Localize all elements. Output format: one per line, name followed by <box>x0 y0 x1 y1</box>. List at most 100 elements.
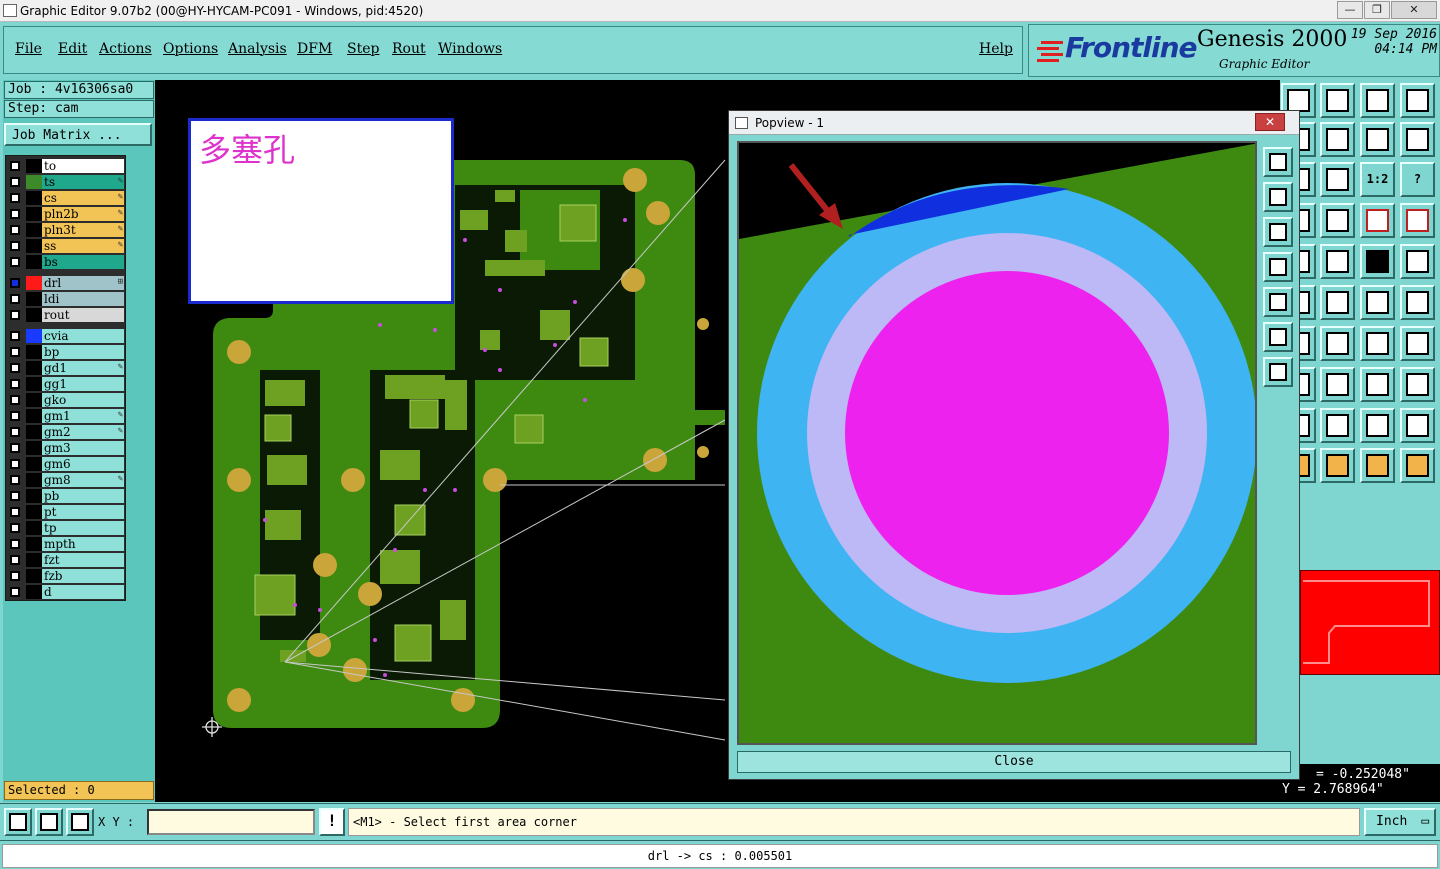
layer-color-swatch[interactable] <box>26 239 42 253</box>
xy-input[interactable] <box>147 809 315 835</box>
layer-row-gg1[interactable]: gg1 <box>6 376 127 392</box>
menu-step[interactable]: Step <box>347 41 379 57</box>
layer-name[interactable]: pln2b <box>42 207 124 221</box>
popview-tool-button[interactable] <box>1263 182 1293 212</box>
tool-button[interactable] <box>1320 408 1355 443</box>
layer-row-gm3[interactable]: gm3 <box>6 440 127 456</box>
layer-name[interactable]: to <box>42 159 124 173</box>
menu-windows[interactable]: Windows <box>438 41 502 57</box>
zoom-area-button[interactable] <box>4 808 32 836</box>
layer-row-ss[interactable]: ss ✎ <box>6 238 127 254</box>
units-selector[interactable]: Inch ▭ <box>1364 808 1436 836</box>
tool-button[interactable] <box>1360 448 1395 483</box>
layer-row-fzt[interactable]: fzt <box>6 552 127 568</box>
layer-color-swatch[interactable] <box>26 409 42 423</box>
layer-row-ts[interactable]: ts ✎ <box>6 174 127 190</box>
grid-button[interactable] <box>66 808 94 836</box>
layer-name[interactable]: gm8 <box>42 473 124 487</box>
layer-checkbox[interactable] <box>10 571 20 581</box>
layer-color-swatch[interactable] <box>26 489 42 503</box>
layer-checkbox[interactable] <box>10 278 20 288</box>
layer-checkbox[interactable] <box>10 507 20 517</box>
layer-name[interactable]: cs <box>42 191 124 205</box>
layer-name[interactable]: gd1 <box>42 361 124 375</box>
popview-tool-button[interactable] <box>1263 287 1293 317</box>
layer-checkbox[interactable] <box>10 161 20 171</box>
menu-analysis[interactable]: Analysis <box>228 41 287 57</box>
layer-name[interactable]: gg1 <box>42 377 124 391</box>
layer-name[interactable]: gm1 <box>42 409 124 423</box>
layer-row-to[interactable]: to <box>6 158 127 174</box>
layer-row-gm8[interactable]: gm8 ✎ <box>6 472 127 488</box>
layer-name[interactable]: drl <box>42 276 124 290</box>
popview-tool-button[interactable] <box>1263 357 1293 387</box>
layer-checkbox[interactable] <box>10 225 20 235</box>
menu-options[interactable]: Options <box>163 41 218 57</box>
tool-button[interactable] <box>1360 203 1395 238</box>
layer-name[interactable]: bp <box>42 345 124 359</box>
layer-checkbox[interactable] <box>10 491 20 501</box>
maximize-button[interactable]: ❐ <box>1364 1 1390 19</box>
popview-canvas[interactable] <box>737 141 1257 745</box>
tool-button[interactable] <box>1360 244 1395 279</box>
tool-button[interactable] <box>1360 408 1395 443</box>
layer-row-gm1[interactable]: gm1 ✎ <box>6 408 127 424</box>
layer-name[interactable]: ldi <box>42 292 124 306</box>
layer-checkbox[interactable] <box>10 177 20 187</box>
tool-button[interactable] <box>1400 203 1435 238</box>
menu-dfm[interactable]: DFM <box>297 41 332 57</box>
layer-color-swatch[interactable] <box>26 308 42 322</box>
layer-checkbox[interactable] <box>10 395 20 405</box>
layer-checkbox[interactable] <box>10 310 20 320</box>
warning-button[interactable]: ! <box>319 808 345 836</box>
layer-checkbox[interactable] <box>10 257 20 267</box>
layer-row-drl[interactable]: drl ⊞ <box>6 275 127 291</box>
tool-button[interactable] <box>1400 122 1435 157</box>
layer-checkbox[interactable] <box>10 193 20 203</box>
layer-color-swatch[interactable] <box>26 276 42 290</box>
layer-row-gm6[interactable]: gm6 <box>6 456 127 472</box>
layer-color-swatch[interactable] <box>26 255 42 269</box>
layer-checkbox[interactable] <box>10 427 20 437</box>
layer-name[interactable]: pb <box>42 489 124 503</box>
menu-rout[interactable]: Rout <box>392 41 426 57</box>
layer-row-fzb[interactable]: fzb <box>6 568 127 584</box>
layer-name[interactable]: gm2 <box>42 425 124 439</box>
menu-help[interactable]: Help <box>979 41 1013 57</box>
layer-color-swatch[interactable] <box>26 441 42 455</box>
job-matrix-button[interactable]: Job Matrix ... <box>4 123 152 146</box>
minimize-button[interactable]: — <box>1337 1 1363 19</box>
layer-checkbox[interactable] <box>10 347 20 357</box>
tool-button[interactable]: ? <box>1400 162 1435 197</box>
menu-edit[interactable]: Edit <box>58 41 87 57</box>
layer-name[interactable]: fzb <box>42 569 124 583</box>
layer-color-swatch[interactable] <box>26 521 42 535</box>
layer-row-gm2[interactable]: gm2 ✎ <box>6 424 127 440</box>
layer-row-ldi[interactable]: ldi <box>6 291 127 307</box>
tool-button[interactable] <box>1360 326 1395 361</box>
layer-checkbox[interactable] <box>10 331 20 341</box>
popview-tool-button[interactable] <box>1263 147 1293 177</box>
layer-color-swatch[interactable] <box>26 393 42 407</box>
layer-checkbox[interactable] <box>10 523 20 533</box>
menu-file[interactable]: File <box>15 41 42 57</box>
layer-checkbox[interactable] <box>10 294 20 304</box>
layer-color-swatch[interactable] <box>26 159 42 173</box>
tool-button[interactable]: 1:2 <box>1360 162 1395 197</box>
layer-name[interactable]: pln3t <box>42 223 124 237</box>
layer-color-swatch[interactable] <box>26 292 42 306</box>
layer-row-gd1[interactable]: gd1 ✎ <box>6 360 127 376</box>
layer-name[interactable]: mpth <box>42 537 124 551</box>
tool-button[interactable] <box>1360 122 1395 157</box>
layer-color-swatch[interactable] <box>26 473 42 487</box>
layer-checkbox[interactable] <box>10 539 20 549</box>
popview-close-icon[interactable]: ✕ <box>1255 113 1285 131</box>
layer-color-swatch[interactable] <box>26 537 42 551</box>
layer-color-swatch[interactable] <box>26 345 42 359</box>
layer-row-rout[interactable]: rout <box>6 307 127 323</box>
layer-color-swatch[interactable] <box>26 223 42 237</box>
layer-row-bp[interactable]: bp <box>6 344 127 360</box>
layer-name[interactable]: tp <box>42 521 124 535</box>
tool-button[interactable] <box>1320 162 1355 197</box>
tool-button[interactable] <box>1320 83 1355 118</box>
